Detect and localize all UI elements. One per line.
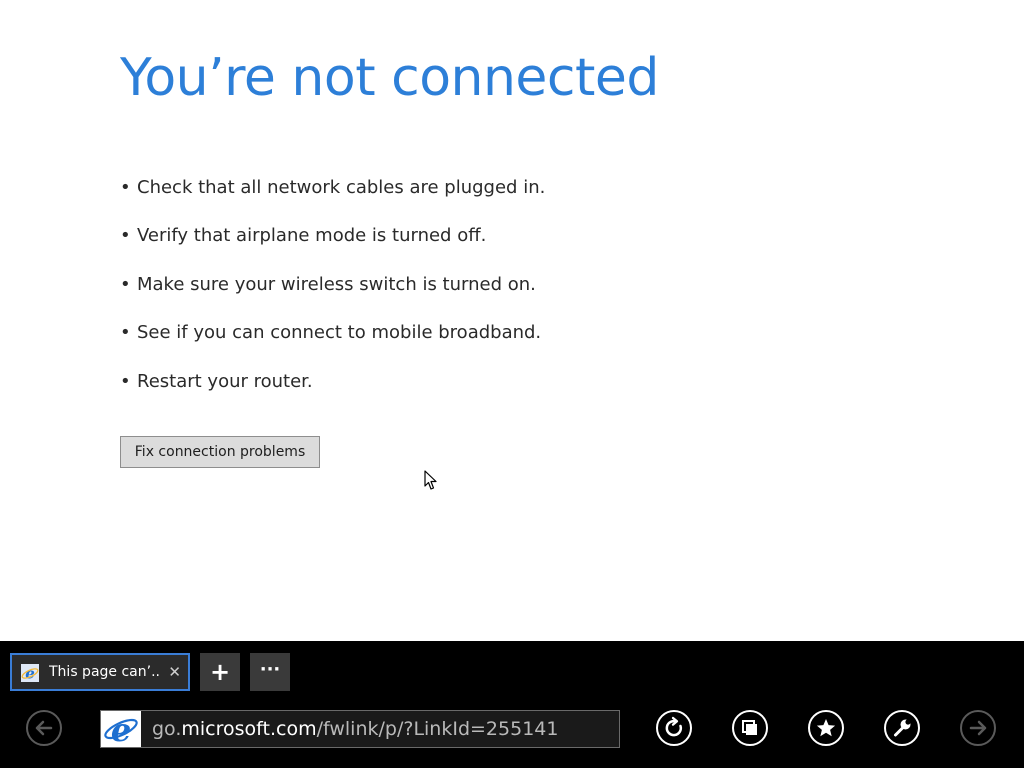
ie-logo-icon: e [101,711,141,749]
back-button[interactable] [26,710,62,746]
pin-to-start-button[interactable] [732,710,768,746]
tip-text: Verify that airplane mode is turned off. [137,225,487,247]
ie-favicon-icon: e [21,664,39,683]
tip-text: See if you can connect to mobile broadba… [137,322,542,344]
list-item: • See if you can connect to mobile broadb… [120,319,545,367]
star-icon [816,719,836,737]
tab-title: This page can’... [49,664,159,680]
refresh-icon [665,716,683,737]
page-title: You’re not connected [120,48,659,108]
url-path: /fwlink/p/?LinkId=255141 [316,718,559,740]
bullet: • [120,322,131,344]
bullet: • [120,370,131,392]
tab-current[interactable]: e This page can’... ✕ [10,653,190,691]
svg-text:e: e [111,711,131,747]
tip-text: Check that all network cables are plugge… [137,177,546,198]
page-tools-button[interactable] [884,710,920,746]
address-bar[interactable]: e go.microsoft.com/fwlink/p/?LinkId=2551… [100,710,620,749]
url-prefix: go. [152,718,182,740]
forward-button[interactable] [960,710,996,746]
list-item: • Check that all network cables are plugg… [120,174,545,222]
address-input[interactable]: go.microsoft.com/fwlink/p/?LinkId=255141 [141,711,626,747]
troubleshooting-list: • Check that all network cables are plugg… [120,174,545,416]
bullet: • [120,225,131,247]
list-item: • Make sure your wireless switch is turne… [120,271,545,319]
tip-text: Make sure your wireless switch is turned… [137,273,536,295]
app-bar: e This page can’... ✕ + ··· e go.microso… [0,641,1024,768]
list-item: • Verify that airplane mode is turned off… [120,222,545,270]
forward-arrow-icon [969,720,987,736]
back-arrow-icon [35,720,53,736]
pin-to-start-icon [742,720,757,735]
wrench-icon [894,719,911,737]
tip-text: Restart your router. [137,370,313,392]
url-domain: microsoft.com [181,718,317,740]
svg-text:e: e [25,665,35,683]
list-item: • Restart your router. [120,368,545,416]
mouse-cursor-icon [424,470,437,490]
bullet: • [120,177,131,198]
fix-connection-problems-button[interactable]: Fix connection problems [120,436,320,468]
refresh-button[interactable] [656,710,692,746]
more-options-button[interactable]: ··· [250,653,290,691]
new-tab-button[interactable]: + [200,653,240,691]
close-icon[interactable]: ✕ [168,655,181,689]
bullet: • [120,273,131,295]
favorites-button[interactable] [808,710,844,746]
